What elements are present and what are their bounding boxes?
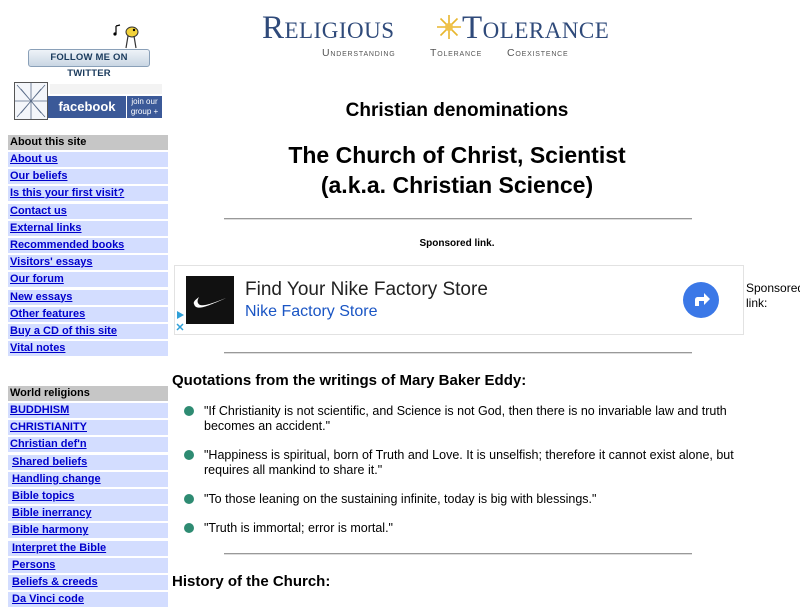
- tagline-coexistence: Coexistence: [507, 47, 569, 59]
- nav-item-persons[interactable]: Persons: [8, 557, 168, 573]
- sponsored-link-label: Sponsored link.: [419, 238, 495, 249]
- section-title: Christian denominations: [345, 100, 569, 121]
- facebook-group-banner[interactable]: facebook join our group +: [14, 82, 162, 120]
- twitter-follow-button[interactable]: FOLLOW ME ON TWITTER: [28, 49, 150, 79]
- directions-arrow-icon: [695, 293, 710, 306]
- ad-close-icon[interactable]: [175, 322, 185, 332]
- nav-world-religions: World religions BUDDHISM CHRISTIANITY Ch…: [8, 386, 168, 609]
- nav-item-other-features[interactable]: Other features: [8, 306, 168, 322]
- nav-item-buy-cd[interactable]: Buy a CD of this site: [8, 323, 168, 339]
- sun-star-icon: [437, 15, 461, 39]
- nav-item-our-beliefs[interactable]: Our beliefs: [8, 169, 168, 185]
- quote-text: "To those leaning on the sustaining infi…: [204, 492, 597, 506]
- bullet-icon: [184, 523, 194, 533]
- nike-swoosh-logo: [186, 276, 234, 324]
- nav-item-christianity[interactable]: CHRISTIANITY: [8, 420, 168, 436]
- facebook-join-group-button[interactable]: join our group +: [127, 96, 162, 118]
- facebook-banner-faint-text: [50, 84, 162, 94]
- nav-item-vital-notes[interactable]: Vital notes: [8, 341, 168, 357]
- page-title-line-1: The Church of Christ, Scientist: [288, 142, 626, 168]
- quotes-heading: Quotations from the writings of Mary Bak…: [172, 372, 527, 389]
- facebook-logo: facebook: [48, 96, 126, 118]
- divider: [224, 553, 692, 555]
- logo-word-religious: Religious: [262, 10, 395, 46]
- quote-item: "If Christianity is not scientific, and …: [184, 404, 740, 434]
- divider: [224, 218, 692, 220]
- quote-text: "If Christianity is not scientific, and …: [204, 404, 727, 433]
- divider: [224, 352, 692, 354]
- quote-text: "Truth is immortal; error is mortal.": [204, 521, 393, 535]
- nav-header-world-religions: World religions: [8, 386, 168, 401]
- nav-item-bible-harmony[interactable]: Bible harmony: [8, 523, 168, 539]
- nav-item-bible-inerrancy[interactable]: Bible inerrancy: [8, 506, 168, 522]
- nav-item-shared-beliefs[interactable]: Shared beliefs: [8, 454, 168, 470]
- nav-item-contact-us[interactable]: Contact us: [8, 203, 168, 219]
- page-title-line-2: (a.k.a. Christian Science): [320, 172, 594, 198]
- ad-directions-button[interactable]: [683, 282, 719, 318]
- nav-header-about: About this site: [8, 135, 168, 150]
- quote-item: "Truth is immortal; error is mortal.": [184, 521, 740, 536]
- bullet-icon: [184, 450, 194, 460]
- ad-choices-play-icon[interactable]: [175, 310, 185, 320]
- logo-word-tolerance: Tolerance: [462, 10, 610, 46]
- nav-item-interpret-bible[interactable]: Interpret the Bible: [8, 540, 168, 556]
- site-logo[interactable]: Religious Tolerance Understanding Tolera…: [258, 6, 654, 64]
- side-sponsored-link-label: Sponsored link:: [746, 281, 800, 310]
- quotes-list: "If Christianity is not scientific, and …: [184, 404, 740, 536]
- nav-about-this-site: About this site About us Our beliefs Is …: [8, 135, 168, 358]
- facebook-thumbnail-image: [14, 82, 48, 120]
- nav-item-first-visit[interactable]: Is this your first visit?: [8, 186, 168, 202]
- quote-item: "To those leaning on the sustaining infi…: [184, 492, 740, 507]
- nav-item-about-us[interactable]: About us: [8, 152, 168, 167]
- nav-item-christian-definition[interactable]: Christian def'n: [8, 437, 168, 453]
- nav-item-external-links[interactable]: External links: [8, 220, 168, 236]
- nav-item-new-essays[interactable]: New essays: [8, 289, 168, 305]
- bullet-icon: [184, 494, 194, 504]
- nav-item-visitors-essays[interactable]: Visitors' essays: [8, 255, 168, 271]
- nav-item-buddhism[interactable]: BUDDHISM: [8, 403, 168, 418]
- left-sidebar: FOLLOW ME ON TWITTER facebook join our g…: [0, 0, 172, 608]
- ad-headline[interactable]: Find Your Nike Factory Store: [245, 279, 488, 301]
- nav-item-handling-change[interactable]: Handling change: [8, 471, 168, 487]
- nike-ad-banner[interactable]: Find Your Nike Factory Store Nike Factor…: [174, 265, 744, 335]
- page-title: The Church of Christ, Scientist (a.k.a. …: [172, 140, 742, 200]
- tagline-understanding: Understanding: [322, 47, 396, 59]
- nav-item-beliefs-creeds[interactable]: Beliefs & creeds: [8, 574, 168, 590]
- nav-item-our-forum[interactable]: Our forum: [8, 272, 168, 288]
- bullet-icon: [184, 406, 194, 416]
- twitter-bird-mascot-icon: [113, 24, 139, 49]
- nav-item-recommended-books[interactable]: Recommended books: [8, 237, 168, 253]
- nav-item-bible-topics[interactable]: Bible topics: [8, 488, 168, 504]
- history-heading: History of the Church:: [172, 573, 331, 590]
- tagline-tolerance: Tolerance: [430, 47, 483, 59]
- quote-item: "Happiness is spiritual, born of Truth a…: [184, 448, 740, 478]
- ad-subline-link[interactable]: Nike Factory Store: [245, 303, 377, 321]
- quote-text: "Happiness is spiritual, born of Truth a…: [204, 448, 734, 477]
